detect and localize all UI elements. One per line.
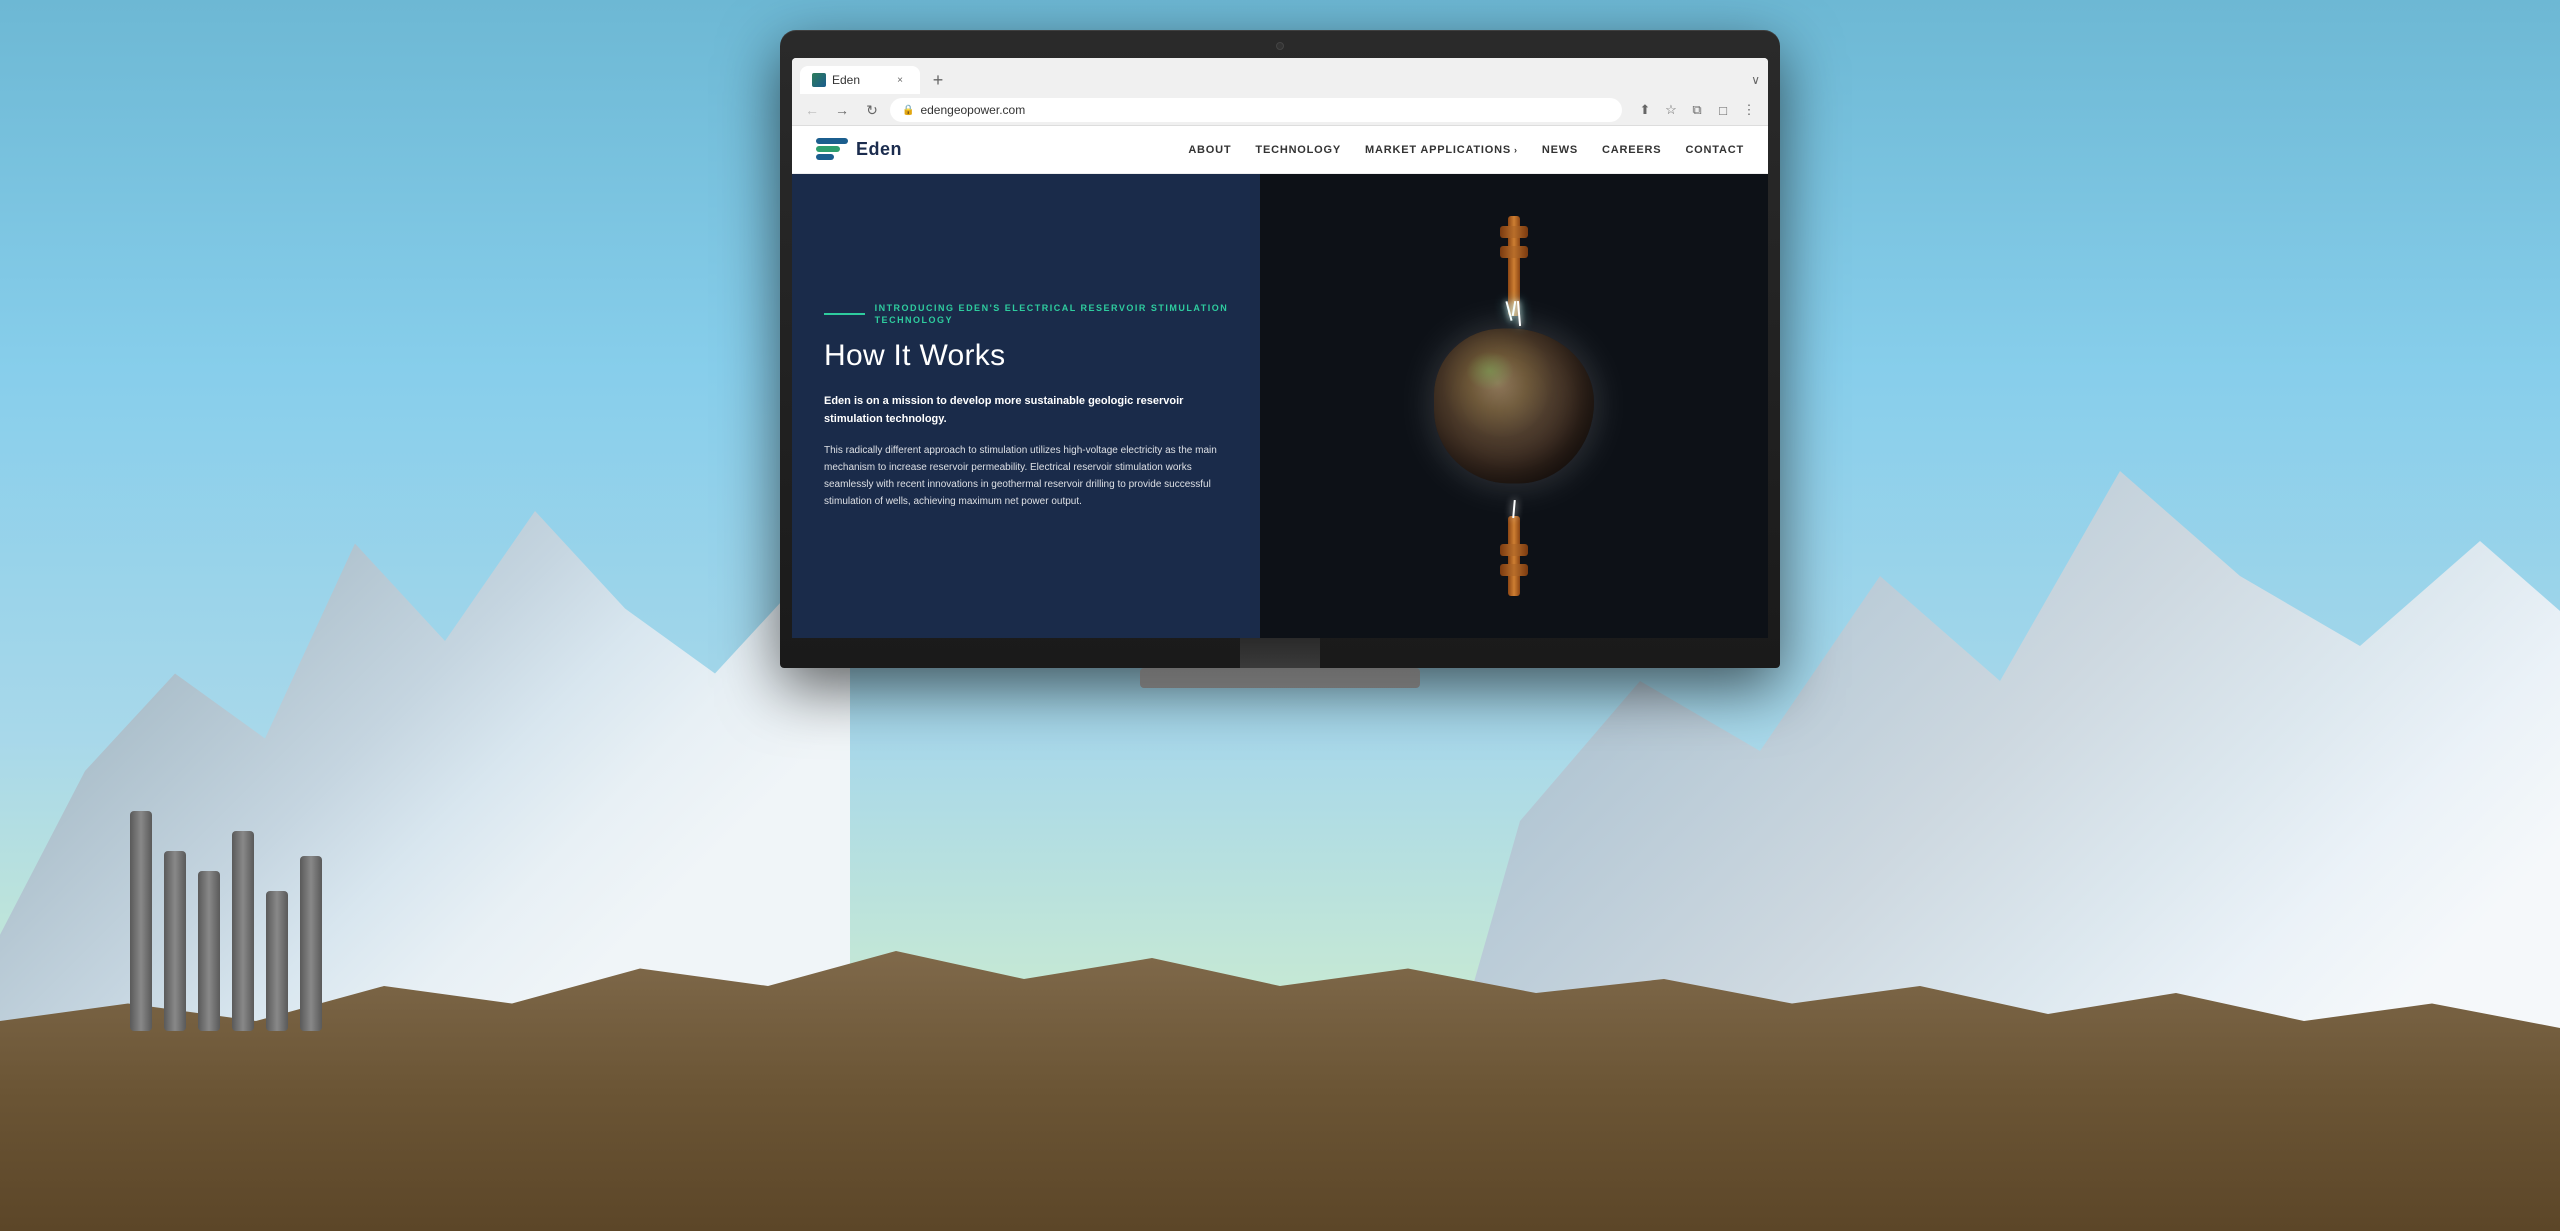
hero-body-text: This radically different approach to sti…	[824, 442, 1228, 510]
mountain-left	[0, 381, 850, 1031]
nav-technology[interactable]: TECHNOLOGY	[1255, 144, 1341, 156]
copper-rod-bottom	[1508, 516, 1520, 596]
tagline-bar	[824, 313, 865, 315]
pipe-2	[164, 851, 186, 1031]
monitor-screen: Eden × + ∨ ← → ↻ 🔒 edengeopower.com ⬆	[792, 58, 1768, 638]
rock	[1434, 329, 1594, 484]
site-content: Eden ABOUT TECHNOLOGY MARKET APPLICATION…	[792, 126, 1768, 638]
logo-text: Eden	[856, 139, 902, 160]
hero-left-panel: INTRODUCING EDEN'S ELECTRICAL RESERVOIR …	[792, 174, 1260, 638]
browser-actions: ⬆ ☆ ⧉ □ ⋮	[1634, 99, 1760, 121]
pipe-4	[232, 831, 254, 1031]
monitor-camera	[1276, 42, 1284, 50]
market-applications-chevron: ›	[1514, 145, 1518, 155]
spark-2	[1512, 301, 1517, 316]
nav-about[interactable]: ABOUT	[1188, 144, 1231, 156]
url-bar[interactable]: 🔒 edengeopower.com	[890, 98, 1622, 122]
pipe-1	[130, 811, 152, 1031]
nav-careers[interactable]: CAREERS	[1602, 144, 1661, 156]
hero-subtitle: Eden is on a mission to develop more sus…	[824, 393, 1228, 428]
pipe-3	[198, 871, 220, 1031]
pipe-6	[300, 856, 322, 1031]
nav-logo[interactable]: Eden	[816, 138, 902, 162]
logo-icon	[816, 138, 848, 162]
url-text: edengeopower.com	[920, 103, 1025, 117]
hero-section: INTRODUCING EDEN'S ELECTRICAL RESERVOIR …	[792, 174, 1768, 638]
logo-stripe-3	[816, 154, 834, 160]
industrial-pipes	[130, 811, 322, 1031]
tab-more-button[interactable]: ∨	[1751, 73, 1760, 87]
browser-profile[interactable]: □	[1712, 99, 1734, 121]
tab-title: Eden	[832, 73, 860, 87]
tagline-wrapper: INTRODUCING EDEN'S ELECTRICAL RESERVOIR …	[824, 302, 1228, 327]
tab-favicon	[812, 73, 826, 87]
tab-bar: Eden × + ∨	[792, 58, 1768, 94]
monitor-frame: Eden × + ∨ ← → ↻ 🔒 edengeopower.com ⬆	[780, 30, 1780, 668]
lock-icon: 🔒	[902, 105, 914, 116]
new-tab-button[interactable]: +	[924, 66, 952, 94]
site-navigation: Eden ABOUT TECHNOLOGY MARKET APPLICATION…	[792, 126, 1768, 174]
share-button[interactable]: ⬆	[1634, 99, 1656, 121]
forward-button[interactable]: →	[830, 98, 854, 122]
nav-news[interactable]: NEWS	[1542, 144, 1578, 156]
address-bar: ← → ↻ 🔒 edengeopower.com ⬆ ☆ ⧉ □ ⋮	[792, 94, 1768, 126]
browser-chrome: Eden × + ∨ ← → ↻ 🔒 edengeopower.com ⬆	[792, 58, 1768, 126]
back-button[interactable]: ←	[800, 98, 824, 122]
logo-stripe-1	[816, 138, 848, 144]
monitor-stand-neck	[1240, 638, 1320, 668]
rock-visualization	[1374, 216, 1654, 596]
browser-tab[interactable]: Eden ×	[800, 66, 920, 94]
sparks-bottom	[1513, 500, 1515, 518]
nav-links: ABOUT TECHNOLOGY MARKET APPLICATIONS › N…	[1188, 144, 1744, 156]
sparks-top	[1508, 301, 1520, 326]
nav-market-applications[interactable]: MARKET APPLICATIONS ›	[1365, 144, 1518, 156]
hero-right-panel	[1260, 174, 1768, 638]
monitor-stand-base	[1140, 668, 1420, 688]
extension-button[interactable]: ⧉	[1686, 99, 1708, 121]
tab-close-button[interactable]: ×	[892, 72, 908, 88]
tagline-text: INTRODUCING EDEN'S ELECTRICAL RESERVOIR …	[875, 302, 1229, 327]
nav-contact[interactable]: CONTACT	[1685, 144, 1744, 156]
logo-stripe-2	[816, 146, 840, 152]
hero-title: How It Works	[824, 339, 1228, 373]
more-options-button[interactable]: ⋮	[1738, 99, 1760, 121]
pipe-5	[266, 891, 288, 1031]
reload-button[interactable]: ↻	[860, 98, 884, 122]
bookmark-button[interactable]: ☆	[1660, 99, 1682, 121]
monitor-wrapper: Eden × + ∨ ← → ↻ 🔒 edengeopower.com ⬆	[780, 30, 1780, 688]
